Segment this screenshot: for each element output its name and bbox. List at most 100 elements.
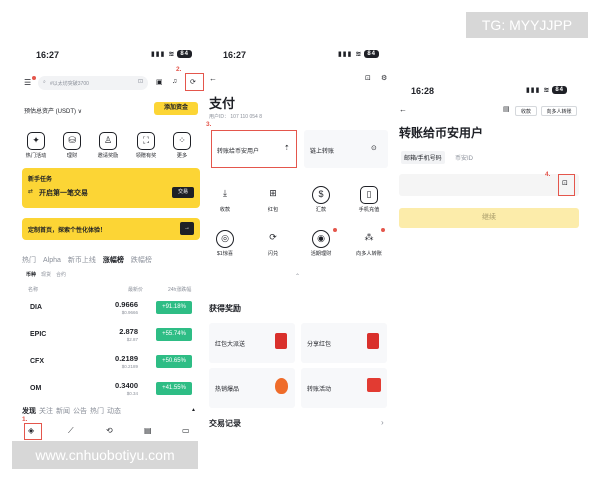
arrow-right-icon[interactable]: → [180,222,194,235]
search-input[interactable]: ⌕ #以太坊突破3700 ⊡ [38,76,148,90]
status-time: 16:28 [411,86,435,96]
support-icon[interactable]: ♫ [172,78,177,85]
shortcut-invite[interactable]: ♙ 邀请奖励 [90,132,126,160]
table-row[interactable]: DIA 0.9666 $0.9666 +91.18% [22,298,196,320]
tab-hot[interactable]: 热门 [22,257,36,264]
remit-icon: $ [312,186,330,204]
trade-tab-icon[interactable]: ⟲ [106,426,113,435]
tab-news[interactable]: 新闻 [56,408,70,415]
flame-icon [275,378,288,394]
grid-flexible-savings[interactable]: ◉ 活期理财 [303,230,339,258]
subtab-futures[interactable]: 合约 [56,272,66,278]
transaction-records[interactable]: 交易记录 [209,418,241,429]
search-placeholder: #以太坊突破3700 [50,81,89,87]
tab-announcements[interactable]: 公告 [73,408,87,415]
tab-losers[interactable]: 跌幅榜 [131,257,152,264]
watermark-site: www.cnhuobotiyu.com [12,441,198,469]
newbie-task-card[interactable]: 新手任务 ⇄ 开启第一笔交易 交易 [22,168,200,208]
multi-user-icon: ⁂ [364,232,374,242]
watermark-tg: TG: MYYJJPP [466,12,588,38]
gift-icon[interactable]: ▣ [156,78,163,86]
screen-send-user: 16:28 ▮▮▮ ≋ 84 ← ▤ 收款 向多人转账 转账给币安用户 邮箱/手机… [393,40,581,440]
marker-4: 4. [545,171,551,178]
tab-binance-id[interactable]: 币安ID [455,153,473,162]
swap-icon: ⇄ [28,189,34,195]
more-icon: ⁘ [173,132,191,150]
col-change: 24h涨跌幅 [168,287,192,293]
shortcut-hot[interactable]: ✦ 热门活动 [18,132,54,160]
grid-receive[interactable]: ⤓ 收款 [207,186,243,214]
history-icon[interactable]: ▤ [503,105,510,113]
col-price: 最新价 [128,287,144,293]
user-id: 用户ID： 107 110 054 8 [209,114,262,120]
grid-multi-transfer[interactable]: ⁂ 向多人转账 [351,230,387,258]
onchain-transfer-button[interactable]: 链上转账 ⊙ [304,130,388,168]
receive-button[interactable]: 收款 [515,106,537,116]
reward-share-packet[interactable]: 分享红包 [301,323,387,363]
status-signal: ▮▮▮ ≋ 84 [526,86,567,94]
trade-button[interactable]: 交易 [172,187,194,198]
page-title: 转账给币安用户 [399,126,484,140]
table-row[interactable]: CFX 0.2189 $0.2189 +50.65% [22,352,196,374]
grid-red-packet[interactable]: ⊞ 红包 [255,186,291,214]
status-signal: ▮▮▮ ≋ 84 [338,50,379,58]
reward-red-packet[interactable]: 红包大派送 [209,323,295,363]
shortcut-earn[interactable]: ⛁ 理财 [54,132,90,160]
recipient-input[interactable] [399,174,579,196]
back-icon[interactable]: ← [209,74,217,83]
task-title: 新手任务 [28,177,53,183]
contacts-icon[interactable]: ⊡ [562,179,568,187]
status-bar: 16:27 ▮▮▮ ≋ 84 [205,48,393,62]
gift-red-icon [367,378,381,392]
tab-feed[interactable]: 动态 [107,408,121,415]
settings-icon[interactable]: ⚙ [381,74,387,82]
chevron-up-icon[interactable]: ▲ [191,407,196,413]
asset-label[interactable]: 预估总资产 (USDT) ∨ [24,106,82,115]
highlight-send [211,130,297,168]
grid-mobile-topup[interactable]: ▯ 手机充值 [351,186,387,214]
markets-tab-icon[interactable]: ⟋ [68,426,74,436]
tab-new[interactable]: 新币上线 [68,257,96,264]
scan-icon[interactable]: ⊡ [365,74,371,82]
tab-email-phone[interactable]: 邮箱/手机号码 [401,151,445,164]
marker-3: 3. [206,121,212,128]
tab-discover[interactable]: 发现 [22,408,36,415]
shortcut-more[interactable]: ⁘ 更多 [164,132,200,160]
phone-icon: ▯ [360,186,378,204]
chevron-up-icon[interactable]: ⌃ [295,273,300,280]
gift-icon: ⊞ [269,188,277,198]
onchain-label: 链上转账 [310,149,335,155]
menu-icon[interactable]: ☰ [24,78,31,87]
battery-icon: 84 [552,86,567,94]
status-time: 16:27 [36,50,60,60]
table-row[interactable]: OM 0.3400 $0.34 +41.55% [22,379,196,401]
reward-transfer-event[interactable]: 转账活动 [301,368,387,408]
continue-button[interactable]: 继续 [399,208,579,228]
wallet-tab-icon[interactable]: ▭ [182,426,190,435]
grid-surprise[interactable]: ◎ $1惊喜 [207,230,243,258]
savings-icon: ◉ [312,230,330,248]
scan-icon[interactable]: ⊡ [138,78,143,85]
red-envelope-icon [367,333,379,349]
futures-tab-icon[interactable]: ▤ [144,426,152,435]
grid-convert[interactable]: ⟳ 闪兑 [255,230,291,258]
multi-transfer-button[interactable]: 向多人转账 [541,106,577,116]
grid-remit[interactable]: $ 汇款 [303,186,339,214]
home-tab-icon[interactable]: ◈ [28,426,34,435]
customize-banner[interactable]: 定制首页，探索个性化体验！ → [22,218,200,240]
table-row[interactable]: EPIC 2.878 $2.87 +55.74% [22,325,196,347]
subtab-coin[interactable]: 币种 [26,272,36,278]
subtab-spot[interactable]: 现货 [41,272,51,278]
reward-hot-items[interactable]: 热销爆品 [209,368,295,408]
savings-badge [333,228,337,232]
shortcut-rewards[interactable]: ⛶ 领赠有奖 [128,132,164,160]
tab-alpha[interactable]: Alpha [43,257,61,264]
tab-trending[interactable]: 热门 [90,408,104,415]
tab-gainers[interactable]: 涨幅榜 [103,257,124,264]
back-icon[interactable]: ← [399,105,407,114]
highlight-pay [185,73,204,91]
tab-follow[interactable]: 关注 [39,408,53,415]
chevron-right-icon[interactable]: › [381,418,384,427]
add-funds-button[interactable]: 添加资金 [154,102,198,115]
battery-icon: 84 [364,50,379,58]
